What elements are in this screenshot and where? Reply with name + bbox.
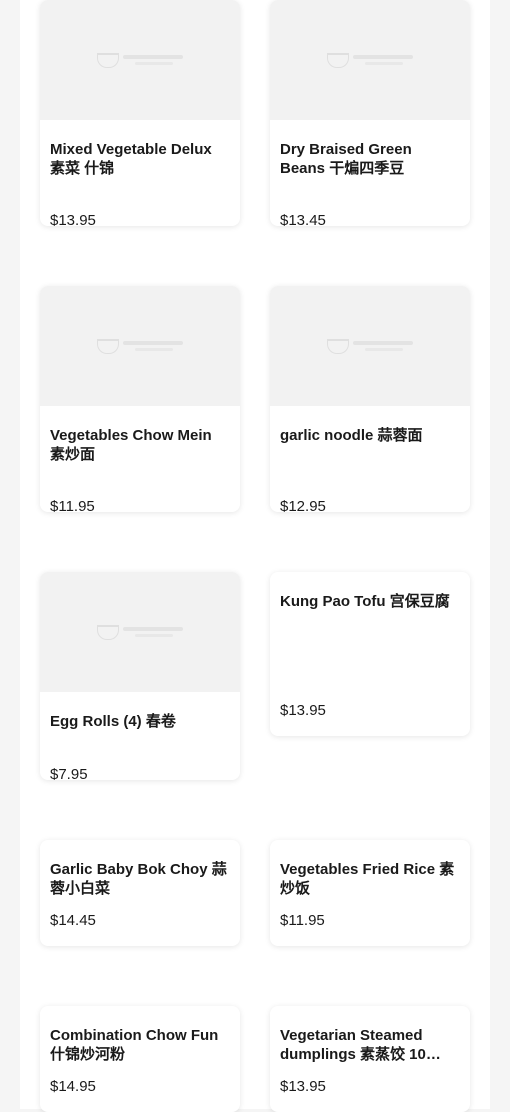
menu-item-card[interactable]: Garlic Baby Bok Choy 蒜 蓉小白菜 $14.45 [40, 840, 240, 946]
menu-item-image [40, 286, 240, 406]
restaurant-logo-icon [97, 52, 183, 68]
menu-item-price: $12.95 [280, 498, 326, 512]
menu-item-card[interactable]: Vegetables Chow Mein 素炒面 $11.95 [40, 286, 240, 512]
menu-item-card[interactable]: Dry Braised Green Beans 干煸四季豆 $13.45 [270, 0, 470, 226]
menu-item-name: Egg Rolls (4) 春卷 [50, 713, 176, 730]
menu-item-card[interactable]: Vegetables Fried Rice 素炒饭 $11.95 [270, 840, 470, 946]
menu-item-price: $13.95 [280, 1078, 326, 1095]
restaurant-logo-icon [327, 52, 413, 68]
menu-item-name: Combination Chow Fun 什锦炒河粉 [50, 1027, 219, 1063]
menu-item-name: Kung Pao Tofu 宫保豆腐 [280, 593, 450, 610]
menu-item-price: $14.95 [50, 1078, 96, 1095]
restaurant-logo-icon [327, 338, 413, 354]
restaurant-logo-icon [97, 338, 183, 354]
menu-item-name: Mixed Vegetable Delux 素菜 什锦 [50, 141, 212, 177]
menu-item-name: Vegetables Fried Rice 素炒饭 [280, 861, 455, 897]
menu-item-image [270, 0, 470, 120]
menu-item-card[interactable]: garlic noodle 蒜蓉面 $12.95 [270, 286, 470, 512]
menu-item-image [40, 572, 240, 692]
menu-item-price: $14.45 [50, 912, 96, 929]
menu-item-image [40, 0, 240, 120]
menu-item-price: $11.95 [280, 912, 325, 929]
menu-item-name: garlic noodle 蒜蓉面 [280, 427, 423, 444]
menu-item-card[interactable]: Vegetarian Steamed dumplings 素蒸饺 10 piec… [270, 1006, 470, 1112]
menu-item-price: $11.95 [50, 498, 95, 512]
restaurant-logo-icon [97, 624, 183, 640]
menu-item-price: $13.95 [280, 702, 326, 719]
menu-item-image [270, 286, 470, 406]
menu-page: Mixed Vegetable Delux 素菜 什锦 $13.95 Dry B… [20, 0, 490, 1112]
menu-item-price: $13.45 [280, 212, 326, 226]
menu-item-price: $7.95 [50, 766, 88, 780]
menu-item-name: Vegetarian Steamed dumplings 素蒸饺 10 piec… [280, 1027, 426, 1063]
menu-item-price: $13.95 [50, 212, 96, 226]
menu-item-card[interactable]: Egg Rolls (4) 春卷 $7.95 [40, 572, 240, 780]
menu-item-card[interactable]: Combination Chow Fun 什锦炒河粉 $14.95 [40, 1006, 240, 1112]
menu-item-name: Garlic Baby Bok Choy 蒜 蓉小白菜 [50, 861, 227, 897]
menu-item-name: Dry Braised Green Beans 干煸四季豆 [280, 141, 412, 177]
menu-item-card[interactable]: Mixed Vegetable Delux 素菜 什锦 $13.95 [40, 0, 240, 226]
menu-item-name: Vegetables Chow Mein 素炒面 [50, 427, 212, 463]
menu-item-card[interactable]: Kung Pao Tofu 宫保豆腐 $13.95 [270, 572, 470, 736]
